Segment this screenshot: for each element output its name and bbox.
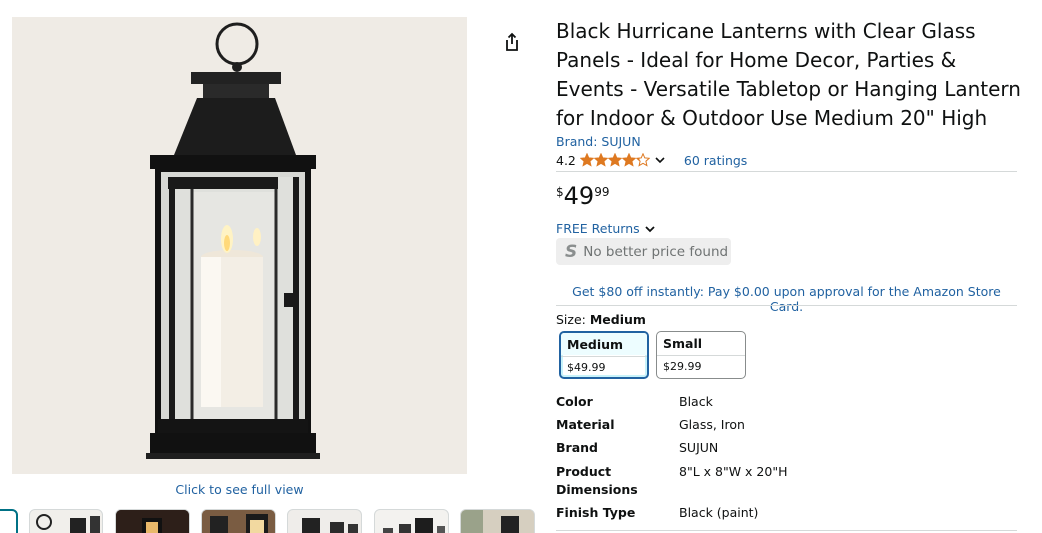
spec-key: Material [556,417,615,432]
spec-value: Black [679,394,713,409]
spec-value: Glass, Iron [679,417,745,432]
brand-link[interactable]: Brand: SUJUN [556,134,641,149]
thumbnail-item[interactable] [460,509,535,533]
share-icon[interactable] [501,31,523,53]
price-fraction: 99 [594,185,610,199]
product-title: Black Hurricane Lanterns with Clear Glas… [556,19,1021,130]
free-returns-label: FREE Returns [556,221,640,236]
rating-value: 4.2 [556,152,576,168]
size-option-medium[interactable]: Medium $49.99 [559,331,649,379]
spec-key: Brand [556,440,598,455]
lantern-image [146,22,320,459]
size-option-name: Medium [567,337,624,352]
size-option-small[interactable]: Small $29.99 [656,331,746,379]
divider [556,305,1017,306]
size-option-price: $29.99 [663,360,702,373]
thumbnail-item[interactable] [0,509,18,533]
size-option-name: Small [663,336,703,351]
thumbnail-item[interactable] [201,509,276,533]
chevron-down-icon[interactable] [654,154,666,166]
size-option-price: $49.99 [567,361,606,374]
divider [556,530,1017,531]
price-tracker-icon: S [565,241,578,262]
thumbnail-item[interactable] [115,509,190,533]
star-icon [593,153,608,167]
rating-row: 4.2 60 ratings [556,151,747,169]
spec-value: 8"L x 8"W x 20"H [679,464,788,479]
no-better-price-text: No better price found [583,243,729,260]
ratings-count-link[interactable]: 60 ratings [684,153,747,168]
thumbnail-item[interactable] [29,509,103,533]
store-card-promo-link[interactable]: Get $80 off instantly: Pay $0.00 upon ap… [556,284,1017,314]
spec-key: Product Dimensions [556,464,638,497]
size-selected-value: Medium [589,312,646,327]
thumbnail-item[interactable] [374,509,449,533]
spec-key: Color [556,394,593,409]
star-rating[interactable] [579,153,650,167]
star-icon [621,153,636,167]
thumbnail-item[interactable] [287,509,362,533]
spec-value: Black (paint) [679,505,759,520]
chevron-down-icon [645,225,655,232]
price: $ 49 99 [556,182,609,210]
spec-key: Finish Type [556,505,636,520]
size-label-text: Size: [556,312,586,327]
spec-value: SUJUN [679,440,719,455]
no-better-price-badge: S No better price found [556,238,731,265]
size-label: Size: Medium [556,312,646,327]
full-view-link[interactable]: Click to see full view [12,482,467,497]
price-symbol: $ [556,185,564,199]
star-icon [607,153,622,167]
star-icon [579,153,594,167]
thumbnail-strip [0,509,540,533]
main-product-image[interactable] [12,17,467,474]
divider [556,171,1017,172]
price-whole: 49 [563,182,595,210]
star-icon [635,153,650,167]
free-returns-link[interactable]: FREE Returns [556,221,656,236]
